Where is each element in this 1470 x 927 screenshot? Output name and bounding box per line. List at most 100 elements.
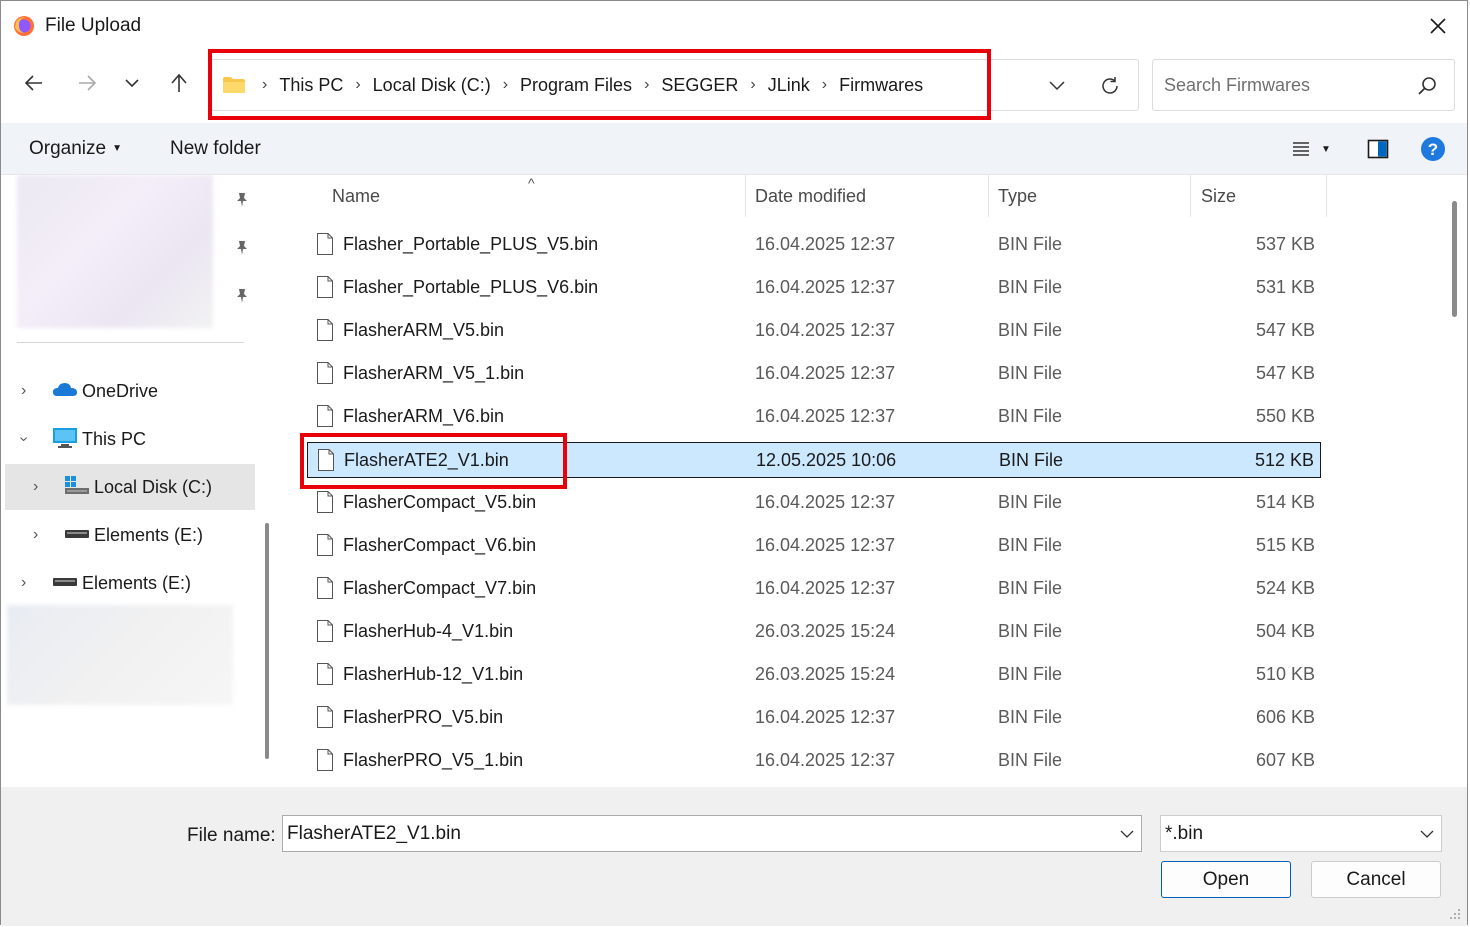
sidebar-divider <box>17 342 244 343</box>
sidebar-scrollbar[interactable] <box>265 523 269 759</box>
sidebar-item-local-disk[interactable]: › Local Disk (C:) <box>5 464 255 510</box>
chevron-right-icon[interactable]: › <box>33 526 38 544</box>
command-bar: Organize ▼ New folder ▼ ? <box>1 123 1467 175</box>
search-icon[interactable] <box>1416 75 1438 97</box>
preview-pane-button[interactable] <box>1367 135 1389 163</box>
breadcrumb-segger[interactable]: SEGGER <box>661 75 738 96</box>
close-button[interactable] <box>1423 11 1453 41</box>
column-header-size[interactable]: Size <box>1201 175 1236 217</box>
refresh-button[interactable] <box>1096 72 1124 100</box>
column-header-name[interactable]: Name <box>332 175 380 217</box>
chevron-right-icon[interactable]: › <box>33 478 38 496</box>
breadcrumb-firmwares[interactable]: Firmwares <box>839 75 923 96</box>
file-row[interactable]: Flasher_Portable_PLUS_V5.bin 16.04.2025 1… <box>307 227 1321 263</box>
column-header-type[interactable]: Type <box>998 175 1037 217</box>
search-input[interactable]: Search Firmwares <box>1164 75 1310 96</box>
file-type-select[interactable]: *.bin <box>1160 815 1442 852</box>
file-name: Flasher_Portable_PLUS_V5.bin <box>343 234 599 254</box>
breadcrumb-jlink[interactable]: JLink <box>768 75 810 96</box>
file-name: FlasherARM_V6.bin <box>343 406 505 426</box>
blurred-sidebar-items <box>7 605 233 705</box>
onedrive-icon <box>53 383 77 396</box>
column-divider[interactable] <box>745 175 746 217</box>
file-row[interactable]: FlasherCompact_V7.bin 16.04.2025 12:37 BIN… <box>307 571 1321 607</box>
recent-locations-button[interactable] <box>116 67 148 99</box>
file-type: BIN File <box>998 363 1063 383</box>
folder-icon <box>223 77 245 93</box>
new-folder-button[interactable]: New folder <box>170 138 261 160</box>
resize-grip-icon[interactable] <box>1449 908 1461 920</box>
file-row[interactable]: FlasherARM_V5.bin 16.04.2025 12:37 BIN Fil… <box>307 313 1321 349</box>
file-icon <box>317 362 333 384</box>
file-row[interactable]: FlasherCompact_V6.bin 16.04.2025 12:37 BIN… <box>307 528 1321 564</box>
caret-down-icon: ▼ <box>112 143 123 154</box>
title-bar: File Upload <box>1 5 1467 49</box>
column-divider[interactable] <box>1326 175 1327 217</box>
help-button[interactable]: ? <box>1420 135 1446 163</box>
pin-icon[interactable] <box>233 191 251 209</box>
up-button[interactable] <box>163 67 195 99</box>
file-date: 16.04.2025 12:37 <box>755 707 896 727</box>
file-row[interactable]: FlasherPRO_V5.bin 16.04.2025 12:37 BIN Fil… <box>307 700 1321 736</box>
file-size: 606 KB <box>1255 707 1315 727</box>
filename-label: File name: <box>187 825 276 846</box>
address-bar[interactable]: › This PC › Local Disk (C:) › Program Fi… <box>211 59 1139 111</box>
breadcrumb-program-files[interactable]: Program Files <box>520 75 632 96</box>
file-date: 16.04.2025 12:37 <box>755 320 896 340</box>
file-type: BIN File <box>998 320 1063 340</box>
breadcrumb-separator[interactable]: › <box>822 76 827 94</box>
sidebar-item-elements-e-root[interactable]: › Elements (E:) <box>5 560 255 606</box>
file-icon <box>317 577 333 599</box>
file-row[interactable]: FlasherCompact_V5.bin 16.04.2025 12:37 BIN… <box>307 485 1321 521</box>
file-row[interactable]: FlasherPRO_V5_1.bin 16.04.2025 12:37 BIN F… <box>307 743 1321 779</box>
chevron-down-icon[interactable] <box>1119 826 1135 842</box>
breadcrumb-separator[interactable]: › <box>503 76 508 94</box>
pin-icon[interactable] <box>233 287 251 305</box>
chevron-down-icon[interactable]: › <box>15 436 33 441</box>
file-icon <box>317 620 333 642</box>
refresh-icon <box>1102 77 1118 94</box>
search-box[interactable]: Search Firmwares <box>1152 59 1455 111</box>
sidebar-item-onedrive[interactable]: › OneDrive <box>5 368 255 414</box>
forward-button[interactable] <box>71 67 103 99</box>
back-button[interactable] <box>18 67 50 99</box>
column-divider[interactable] <box>988 175 989 217</box>
file-row[interactable]: FlasherHub-12_V1.bin 26.03.2025 15:24 BIN … <box>307 657 1321 693</box>
sidebar-item-label: Local Disk (C:) <box>94 476 213 497</box>
file-row[interactable]: FlasherHub-4_V1.bin 26.03.2025 15:24 BIN F… <box>307 614 1321 650</box>
breadcrumb-separator[interactable]: › <box>750 76 755 94</box>
breadcrumb-this-pc[interactable]: This PC <box>279 75 343 96</box>
file-row[interactable]: Flasher_Portable_PLUS_V6.bin 16.04.2025 1… <box>307 270 1321 306</box>
dialog-footer: File name: FlasherATE2_V1.bin *.bin Open… <box>1 787 1467 926</box>
file-name: FlasherPRO_V5_1.bin <box>343 750 524 770</box>
sidebar-item-this-pc[interactable]: › This PC <box>5 416 255 462</box>
file-row[interactable]: FlasherARM_V5_1.bin 16.04.2025 12:37 BIN F… <box>307 356 1321 392</box>
list-view-icon <box>1293 142 1309 156</box>
file-row[interactable]: FlasherARM_V6.bin 16.04.2025 12:37 BIN Fil… <box>307 399 1321 435</box>
file-name: FlasherATE2_V1.bin <box>344 450 509 470</box>
pin-icon[interactable] <box>233 239 251 257</box>
chevron-right-icon[interactable]: › <box>21 382 26 400</box>
file-type: BIN File <box>998 277 1063 297</box>
file-name: FlasherARM_V5.bin <box>343 320 505 340</box>
open-button[interactable]: Open <box>1161 861 1291 898</box>
sidebar-item-elements-e[interactable]: › Elements (E:) <box>5 512 255 558</box>
column-divider[interactable] <box>1190 175 1191 217</box>
chevron-right-icon[interactable]: › <box>21 574 26 592</box>
file-type: BIN File <box>999 450 1064 470</box>
organize-button[interactable]: Organize ▼ <box>29 138 122 160</box>
cancel-button[interactable]: Cancel <box>1311 861 1441 898</box>
breadcrumb-separator[interactable]: › <box>355 76 360 94</box>
firefox-icon <box>14 16 34 36</box>
view-options-button[interactable]: ▼ <box>1291 135 1331 163</box>
breadcrumb-local-disk[interactable]: Local Disk (C:) <box>373 75 491 96</box>
address-history-dropdown[interactable] <box>1044 72 1070 98</box>
organize-label: Organize <box>29 138 107 159</box>
file-list-scrollbar[interactable] <box>1452 201 1457 317</box>
file-date: 16.04.2025 12:37 <box>755 406 896 426</box>
sidebar-item-label: This PC <box>82 428 147 449</box>
breadcrumb-separator[interactable]: › <box>644 76 649 94</box>
file-row[interactable]: FlasherATE2_V1.bin 12.05.2025 10:06 BIN Fi… <box>307 442 1321 478</box>
column-header-date[interactable]: Date modified <box>755 175 866 217</box>
filename-input[interactable]: FlasherATE2_V1.bin <box>282 815 1142 852</box>
